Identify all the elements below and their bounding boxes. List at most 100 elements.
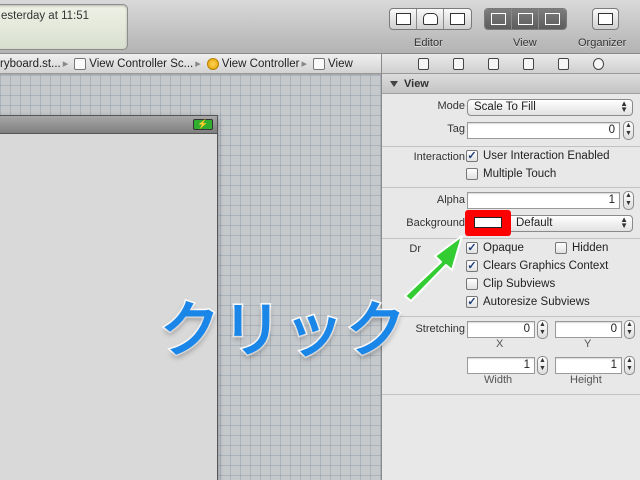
background-value: Default — [516, 217, 553, 229]
breadcrumb-storyboard[interactable]: ryboard.st... — [0, 54, 61, 74]
background-label: Background — [406, 217, 465, 229]
attributes-inspector: View Mode Scale To Fill ▲ ▼ Tag 0 ▲ ▼ Inte… — [381, 54, 640, 480]
organizer-label: Organizer — [578, 37, 627, 49]
debug-area-toggle-button[interactable] — [512, 9, 539, 29]
divider — [382, 187, 640, 188]
navigator-icon — [490, 13, 506, 25]
breadcrumb-separator-icon: ▸ — [62, 58, 69, 70]
view-controller-icon — [206, 57, 219, 70]
clip-subviews-checkbox[interactable]: Clip Subviews — [466, 278, 555, 290]
autoresize-checkbox[interactable]: ✓ Autoresize Subviews — [466, 296, 590, 308]
stretch-y-stepper[interactable]: ▲ ▼ — [624, 320, 635, 339]
popup-arrows-icon: ▲ ▼ — [620, 99, 628, 114]
divider — [382, 146, 640, 147]
checkbox-label: Hidden — [572, 242, 609, 254]
click-annotation-text: クリック — [159, 295, 408, 368]
disclosure-triangle-icon[interactable] — [390, 80, 398, 87]
stretch-x-field[interactable]: 0 — [467, 321, 535, 338]
organizer-button[interactable] — [592, 8, 619, 30]
checkbox-unchecked[interactable] — [555, 242, 567, 254]
stretch-height-field[interactable]: 1 — [555, 357, 622, 374]
quick-help-icon[interactable] — [453, 57, 464, 70]
tag-row: Tag 0 ▲ ▼ — [382, 121, 640, 140]
identity-inspector-icon[interactable] — [488, 57, 499, 70]
interaction-label: Interaction — [413, 151, 465, 163]
checkbox-checked[interactable]: ✓ — [466, 242, 478, 254]
mode-popup[interactable]: Scale To Fill ▲ ▼ — [467, 99, 633, 116]
scene-icon — [74, 57, 87, 70]
stretch-x-stepper[interactable]: ▲ ▼ — [537, 320, 548, 339]
mode-row: Mode Scale To Fill ▲ ▼ — [382, 98, 640, 116]
alpha-field[interactable]: 1 — [467, 192, 620, 209]
utilities-toggle-button[interactable] — [539, 9, 566, 29]
hidden-checkbox[interactable]: Hidden — [555, 242, 608, 254]
checkbox-unchecked[interactable] — [466, 278, 478, 290]
breadcrumb-view-controller[interactable]: View Controller — [203, 54, 300, 74]
stretching-label: Stretching — [415, 323, 465, 335]
checkbox-label: User Interaction Enabled — [483, 150, 610, 162]
version-editor-button[interactable] — [444, 9, 471, 29]
view-segmented-control[interactable] — [484, 8, 567, 30]
height-label: Height — [570, 374, 602, 386]
checkbox-label: Autoresize Subviews — [483, 296, 590, 308]
tag-field[interactable]: 0 — [467, 122, 620, 139]
x-label: X — [496, 338, 504, 350]
tag-stepper[interactable]: ▲ ▼ — [623, 121, 634, 140]
navigator-toggle-button[interactable] — [485, 9, 512, 29]
assistant-editor-button[interactable] — [417, 9, 444, 29]
toolbar: esterday at 11:51 Editor View Organizer — [0, 0, 640, 54]
standard-editor-button[interactable] — [390, 9, 417, 29]
popup-arrows-icon: ▲ ▼ — [620, 215, 628, 230]
utilities-icon — [545, 13, 560, 25]
editor-label: Editor — [414, 37, 443, 49]
assistant-editor-icon — [422, 13, 438, 25]
breadcrumb-separator-icon: ▸ — [195, 58, 201, 70]
stretch-width-stepper[interactable]: ▲ ▼ — [537, 356, 548, 375]
background-row: Background Default ▲ ▼ — [382, 215, 640, 233]
user-interaction-checkbox[interactable]: ✓ User Interaction Enabled — [466, 150, 610, 162]
checkbox-label: Clip Subviews — [483, 278, 556, 290]
opaque-checkbox[interactable]: ✓ Opaque — [466, 242, 524, 254]
checkbox-label: Opaque — [483, 242, 524, 254]
breadcrumb-label: ryboard.st... — [0, 57, 61, 70]
section-title: View — [404, 77, 429, 90]
clears-graphics-checkbox[interactable]: ✓ Clears Graphics Context — [466, 260, 608, 272]
drawing-label: Dr — [409, 243, 421, 255]
width-label: Width — [484, 374, 513, 386]
debug-area-icon — [517, 13, 533, 25]
stretch-height-stepper[interactable]: ▲ ▼ — [624, 356, 635, 375]
activity-text: esterday at 11:51 — [1, 10, 90, 22]
simulated-status-bar: ⚡ — [0, 116, 217, 134]
y-label: Y — [584, 338, 592, 350]
connections-inspector-icon[interactable] — [593, 57, 604, 70]
breadcrumb-label: View Controller Sc... — [89, 57, 194, 70]
breadcrumb-view[interactable]: View — [309, 54, 353, 74]
checkbox-unchecked[interactable] — [466, 168, 478, 180]
stretch-y-field[interactable]: 0 — [555, 321, 622, 338]
checkbox-checked[interactable]: ✓ — [466, 150, 478, 162]
tag-label: Tag — [447, 123, 465, 135]
view-section-header[interactable]: View — [382, 74, 640, 94]
alpha-label: Alpha — [436, 194, 465, 206]
alpha-stepper[interactable]: ▲ ▼ — [623, 191, 634, 210]
mode-label: Mode — [437, 100, 465, 112]
color-swatch — [474, 217, 502, 228]
battery-icon: ⚡ — [193, 119, 213, 130]
size-inspector-icon[interactable] — [558, 57, 569, 70]
stretch-width-field[interactable]: 1 — [467, 357, 535, 374]
checkbox-checked[interactable]: ✓ — [466, 260, 478, 272]
background-color-well[interactable] — [465, 210, 511, 236]
file-inspector-icon[interactable] — [418, 57, 429, 70]
organizer-icon — [598, 13, 613, 25]
alpha-row: Alpha 1 ▲ ▼ — [382, 191, 640, 210]
checkbox-checked[interactable]: ✓ — [466, 296, 478, 308]
stretching-size-row: 1 ▲ ▼ 1 ▲ ▼ — [382, 356, 640, 375]
storyboard-canvas[interactable]: ⚡ — [0, 75, 381, 480]
multiple-touch-checkbox[interactable]: Multiple Touch — [466, 168, 556, 180]
divider — [382, 238, 640, 239]
editor-segmented-control[interactable] — [389, 8, 472, 30]
breadcrumb-scene[interactable]: View Controller Sc... — [70, 54, 193, 74]
stretching-row: Stretching 0 ▲ ▼ 0 ▲ ▼ — [382, 320, 640, 339]
version-editor-icon — [450, 13, 465, 25]
attributes-inspector-icon[interactable] — [523, 57, 534, 70]
